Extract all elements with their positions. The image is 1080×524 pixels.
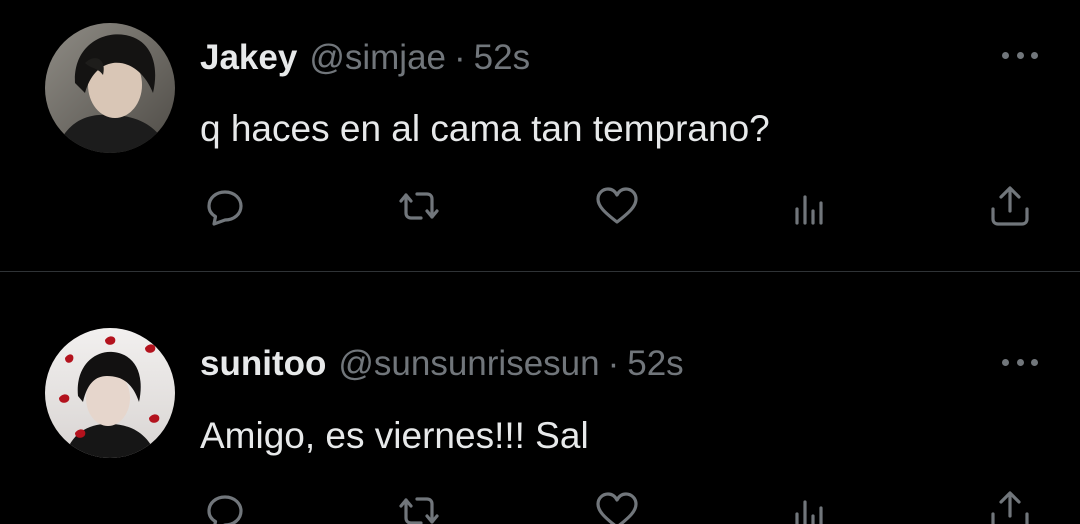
views-button[interactable] [786,486,836,524]
tweet-header: Jakey @simjae · 52s [200,36,530,80]
timestamp[interactable]: 52s [627,342,683,386]
user-handle[interactable]: @simjae [309,36,446,80]
views-icon [795,500,823,524]
timeline-feed: Jakey @simjae · 52s q haces en al cama t… [0,0,1080,524]
tweet-text: Amigo, es viernes!!! Sal [200,415,589,456]
separator-dot: · [454,38,466,77]
heart-icon [596,492,638,524]
views-icon [795,195,823,225]
views-button[interactable] [786,181,836,231]
avatar[interactable] [45,23,175,153]
tweet-header: sunitoo @sunsunrisesun · 52s [200,342,684,386]
display-name[interactable]: Jakey [200,36,297,80]
separator-dot: · [607,344,620,383]
like-button[interactable] [592,181,642,231]
reply-button[interactable] [200,181,250,231]
retweet-icon [399,192,439,220]
share-icon [991,186,1029,226]
user-handle[interactable]: @sunsunrisesun [338,342,599,386]
avatar[interactable] [45,328,175,458]
heart-icon [596,187,638,224]
retweet-button[interactable] [394,486,444,524]
reply-icon [207,190,243,226]
more-icon[interactable] [1002,356,1038,368]
share-button[interactable] [985,181,1035,231]
share-button[interactable] [985,486,1035,524]
like-button[interactable] [592,486,642,524]
display-name[interactable]: sunitoo [200,342,326,386]
retweet-button[interactable] [394,181,444,231]
tweet[interactable]: Jakey @simjae · 52s q haces en al cama t… [0,0,1080,271]
timestamp[interactable]: 52s [474,36,530,80]
share-icon [991,491,1029,524]
reply-icon [207,495,243,524]
more-icon[interactable] [1002,49,1038,61]
tweet-text: q haces en al cama tan temprano? [200,108,770,149]
tweet[interactable]: sunitoo @sunsunrisesun · 52s Amigo, es v… [0,272,1080,524]
retweet-icon [399,497,439,524]
reply-button[interactable] [200,486,250,524]
